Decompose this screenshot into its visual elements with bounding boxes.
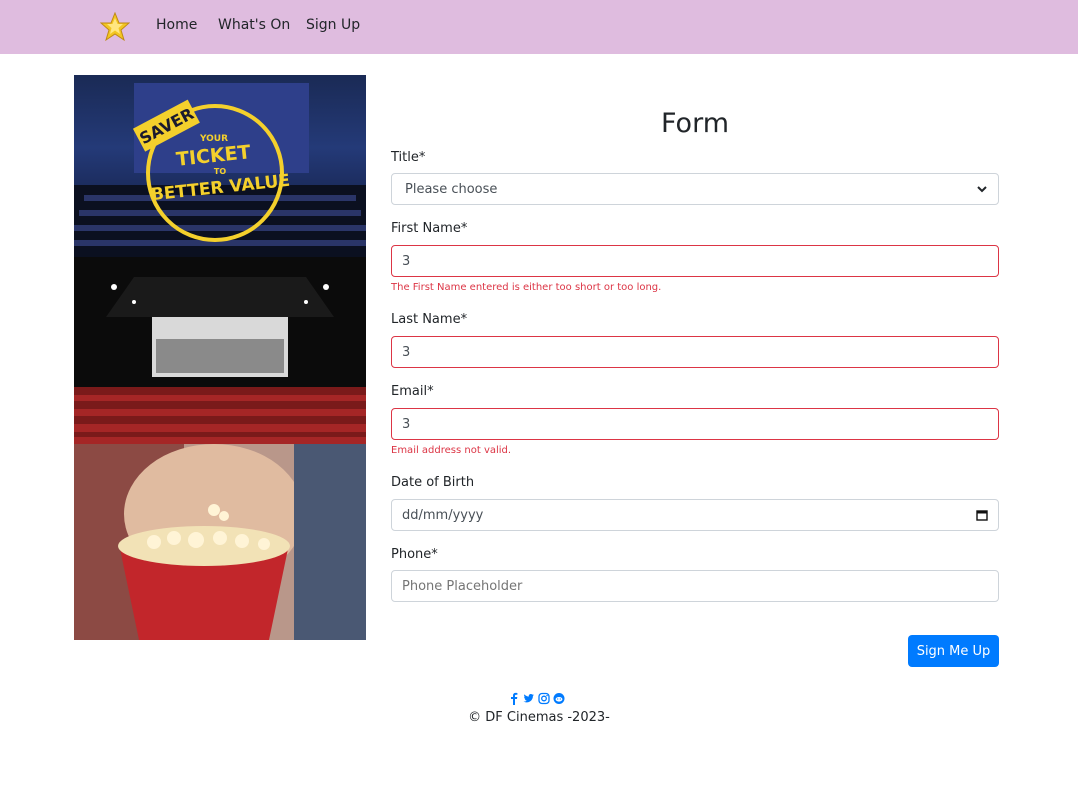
nav-whats-on[interactable]: What's On [218, 17, 290, 33]
first-name-input[interactable] [391, 245, 999, 277]
phone-label: Phone* [391, 547, 438, 562]
facebook-icon[interactable] [508, 690, 520, 705]
your-text: YOUR [199, 134, 228, 144]
cinema-saver-image: SAVER YOUR TICKET TO BETTER VALUE [74, 75, 366, 257]
calendar-icon[interactable] [976, 509, 988, 521]
sign-me-up-button[interactable]: Sign Me Up [908, 635, 999, 667]
popcorn-image [74, 444, 366, 640]
star-logo-icon [99, 11, 131, 42]
twitter-icon[interactable] [523, 690, 535, 703]
dob-input[interactable]: dd/mm/yyyy [391, 499, 999, 531]
title-select-value: Please choose [405, 181, 498, 197]
nav-home[interactable]: Home [156, 17, 197, 33]
email-input[interactable] [391, 408, 999, 440]
first-name-error: The First Name entered is either too sho… [391, 282, 662, 293]
nav-sign-up[interactable]: Sign Up [306, 17, 360, 33]
last-name-input[interactable] [391, 336, 999, 368]
form-title: Form [660, 108, 729, 139]
dob-placeholder: dd/mm/yyyy [402, 507, 484, 523]
promo-images: SAVER YOUR TICKET TO BETTER VALUE [74, 75, 366, 640]
title-label: Title* [391, 150, 426, 165]
logo-link[interactable] [99, 11, 131, 42]
reddit-icon[interactable] [553, 690, 565, 704]
title-select[interactable]: Please choose [391, 173, 999, 205]
dob-label: Date of Birth [391, 475, 475, 490]
last-name-label: Last Name* [391, 312, 468, 327]
to-text: TO [214, 167, 226, 176]
chevron-down-icon [977, 186, 987, 193]
copyright-text: © DF Cinemas -2023- [468, 710, 610, 725]
navbar: Home What's On Sign Up [0, 0, 1078, 54]
phone-input[interactable] [391, 570, 999, 602]
email-label: Email* [391, 384, 434, 399]
instagram-icon[interactable] [538, 690, 550, 705]
social-links [508, 690, 565, 705]
cinema-hall-image [74, 257, 366, 444]
first-name-label: First Name* [391, 221, 468, 236]
email-error: Email address not valid. [391, 445, 512, 456]
